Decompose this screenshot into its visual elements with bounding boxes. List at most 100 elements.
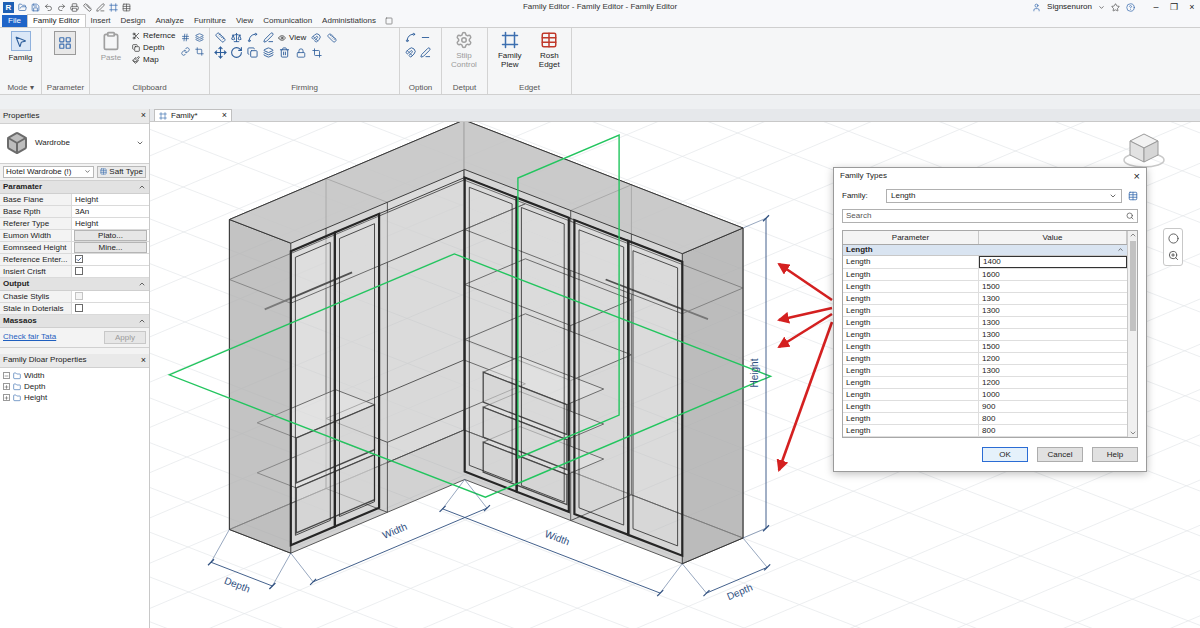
user-name[interactable]: Signsenuron — [1047, 1, 1092, 13]
table-row[interactable]: Length1500 — [843, 281, 1127, 293]
value-cell[interactable]: 1500 — [979, 341, 1127, 352]
property-value[interactable]: Height — [72, 194, 149, 205]
ribbon-tool[interactable]: Familg — [4, 31, 37, 62]
ribbon-small-tool[interactable]: Depth — [132, 43, 175, 53]
ribbon-small-tool[interactable]: Map — [132, 55, 175, 65]
user-icon[interactable] — [1032, 3, 1041, 12]
scroll-thumb[interactable] — [1130, 241, 1136, 331]
parameter-button[interactable] — [54, 31, 76, 55]
ribbon-tab[interactable]: Comunication — [258, 15, 317, 27]
table-row[interactable]: Length1300 — [843, 329, 1127, 341]
table-row[interactable]: Length1300 — [843, 305, 1127, 317]
column-header[interactable]: Parameter — [843, 231, 979, 244]
tree-item[interactable]: Height — [3, 392, 146, 403]
tree-item[interactable]: Depth — [3, 381, 146, 392]
ribbon-icon-button[interactable] — [310, 46, 323, 59]
app-logo[interactable]: R — [3, 2, 14, 13]
property-button[interactable]: Plato... — [74, 230, 147, 241]
checkbox[interactable] — [75, 292, 83, 300]
close-button[interactable]: × — [222, 110, 227, 121]
ribbon-tab[interactable]: Administiations — [317, 15, 381, 27]
ribbon-tool[interactable]: Paste — [94, 31, 128, 62]
ribbon-icon-button[interactable] — [230, 31, 243, 44]
value-cell[interactable]: 1500 — [979, 281, 1127, 292]
measure-icon[interactable] — [83, 3, 92, 12]
value-cell[interactable]: 1300 — [979, 317, 1127, 328]
ribbon-icon-button[interactable] — [325, 31, 338, 44]
redo-icon[interactable] — [57, 3, 66, 12]
edit-type-button[interactable]: Saft Type — [97, 166, 146, 178]
dialog-button[interactable]: Cancel — [1037, 447, 1083, 462]
column-header[interactable]: Value — [979, 231, 1127, 244]
ribbon-icon-button[interactable] — [262, 31, 275, 44]
value-cell[interactable]: 1300 — [979, 329, 1127, 340]
ribbon-icon-button[interactable] — [278, 46, 291, 59]
dialog-button[interactable]: OK — [982, 447, 1028, 462]
scrollbar[interactable] — [1127, 231, 1137, 437]
reference-planes[interactable] — [169, 135, 770, 497]
ribbon-tab[interactable]: Analyze — [151, 15, 189, 27]
ribbon-tab[interactable]: File — [2, 15, 27, 27]
table-row[interactable]: Length1600 — [843, 269, 1127, 281]
window-control[interactable]: × — [1187, 1, 1197, 13]
open-icon[interactable] — [18, 3, 27, 12]
ribbon-icon-button[interactable] — [214, 46, 227, 59]
checkbox[interactable] — [75, 255, 83, 263]
property-value[interactable]: 3An — [72, 206, 149, 217]
value-cell[interactable]: 1600 — [979, 269, 1127, 280]
value-cell[interactable]: 800 — [979, 413, 1127, 424]
type-dropdown[interactable]: Hotel Wardrobe (!) — [3, 166, 94, 178]
dropdown-icon[interactable] — [1098, 4, 1105, 11]
table-row[interactable]: Length1200 — [843, 353, 1127, 365]
type-selector[interactable]: Wardrobe — [0, 124, 149, 164]
ribbon-icon-button[interactable] — [246, 46, 259, 59]
table-row[interactable]: Length1500 — [843, 341, 1127, 353]
window-control[interactable]: ❐ — [1169, 1, 1179, 13]
ribbon-tab[interactable]: View — [231, 15, 258, 27]
ribbon-icon-button[interactable] — [214, 31, 227, 44]
value-cell[interactable]: 1300 — [979, 305, 1127, 316]
close-button[interactable]: × — [1134, 168, 1140, 185]
help-link[interactable]: Check fair Tata — [3, 331, 56, 343]
ribbon-icon-button[interactable] — [404, 31, 417, 44]
table-row[interactable]: Length800 — [843, 413, 1127, 425]
ribbon-tab[interactable]: Insert — [86, 15, 116, 27]
print-icon[interactable] — [70, 3, 79, 12]
property-button[interactable]: Mine... — [74, 242, 147, 253]
ribbon-tab[interactable]: Family Editor — [27, 14, 86, 27]
window-control[interactable]: – — [1151, 1, 1161, 13]
schedule-icon[interactable] — [122, 3, 131, 12]
value-cell[interactable]: 1200 — [979, 353, 1127, 364]
value-cell[interactable]: 1000 — [979, 389, 1127, 400]
undo-icon[interactable] — [44, 3, 53, 12]
close-button[interactable]: × — [141, 354, 146, 368]
table-row[interactable]: Length800 — [843, 425, 1127, 437]
scroll-down-icon[interactable] — [1129, 429, 1137, 437]
star-icon[interactable] — [1111, 3, 1120, 12]
scroll-up-icon[interactable] — [1129, 231, 1137, 239]
dimension[interactable]: Width — [440, 480, 683, 597]
ribbon-tool[interactable]: Family Plew — [492, 31, 528, 69]
table-row[interactable]: Length1400 — [843, 256, 1127, 269]
ribbon-tool[interactable]: Stiip Control — [446, 31, 482, 69]
annotate-icon[interactable] — [96, 3, 105, 12]
value-field[interactable]: 1400 — [979, 256, 1127, 268]
section-header[interactable]: Massaos — [0, 315, 149, 328]
value-cell[interactable]: 900 — [979, 401, 1127, 412]
property-value[interactable]: Height — [72, 218, 149, 229]
section-header[interactable]: Paramater — [0, 181, 149, 194]
ribbon-icon-button[interactable] — [419, 46, 432, 59]
ribbon-icon-button[interactable] — [193, 45, 206, 58]
table-row[interactable]: Length1000 — [843, 389, 1127, 401]
ribbon-icon-button[interactable] — [294, 46, 307, 59]
section-header[interactable]: Output — [0, 278, 149, 291]
table-row[interactable]: Length1300 — [843, 293, 1127, 305]
tree-item[interactable]: Width — [3, 370, 146, 381]
ribbon-icon-button[interactable] — [419, 31, 432, 44]
ribbon-tab[interactable]: Furniture — [189, 15, 231, 27]
new-type-icon[interactable] — [1128, 191, 1138, 201]
view-tab[interactable]: Family*× — [154, 109, 232, 121]
ribbon-icon-button[interactable] — [404, 46, 417, 59]
dimension[interactable]: Depth — [682, 538, 770, 602]
ribbon-icon-button[interactable] — [309, 31, 322, 44]
